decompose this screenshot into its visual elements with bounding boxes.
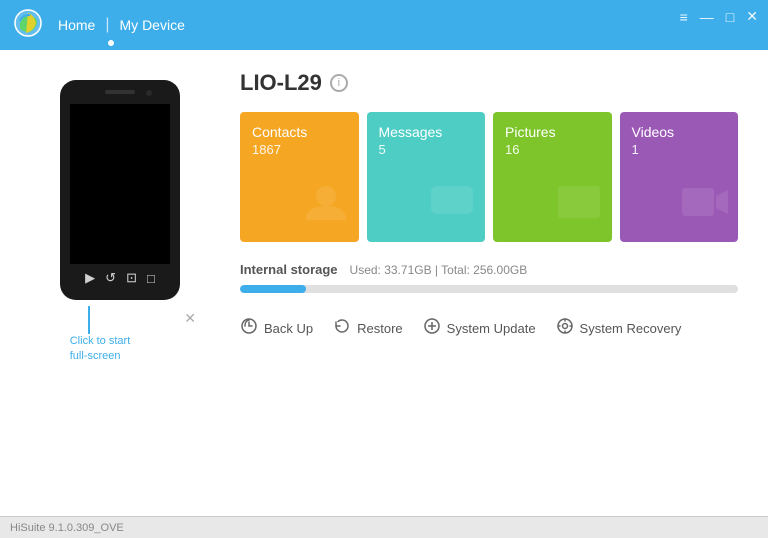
device-info-icon[interactable]: i (330, 74, 348, 92)
version-text: HiSuite 9.1.0.309_OVE (10, 522, 124, 534)
main-content: ▶ ↺ ⊡ □ Click to startfull-screen ✕ LIO-… (0, 50, 768, 516)
system-update-label: System Update (447, 321, 536, 336)
app-logo (12, 7, 44, 44)
phone-screen (70, 104, 170, 264)
phone-play-button[interactable]: ▶ (85, 270, 95, 286)
nav-active-indicator (108, 40, 114, 46)
system-update-icon (423, 317, 441, 340)
phone-screenshot-button[interactable]: ⊡ (126, 270, 137, 286)
phone-controls: ▶ ↺ ⊡ □ (85, 270, 155, 286)
action-buttons: Back Up Restore (240, 313, 738, 344)
card-videos-icon (680, 180, 730, 234)
close-notification-button[interactable]: ✕ (184, 310, 196, 326)
storage-label: Internal storage (240, 262, 338, 277)
card-pictures[interactable]: Pictures 16 (493, 112, 612, 242)
storage-info: Used: 33.71GB | Total: 256.00GB (350, 263, 528, 277)
device-name: LIO-L29 (240, 70, 322, 96)
tooltip-line (88, 306, 90, 334)
card-pictures-label: Pictures (505, 124, 600, 140)
title-bar: Home | My Device ≡ — □ ✕ (0, 0, 768, 50)
data-cards-grid: Contacts 1867 Messages 5 (240, 112, 738, 242)
phone-mockup: ▶ ↺ ⊡ □ (60, 80, 180, 300)
window-controls: ≡ — □ ✕ (680, 8, 758, 25)
main-nav: Home | My Device (52, 13, 191, 37)
device-section: LIO-L29 i Contacts 1867 Messages 5 (210, 70, 738, 496)
card-contacts-count: 1867 (252, 142, 347, 157)
card-contacts[interactable]: Contacts 1867 (240, 112, 359, 242)
card-messages-label: Messages (379, 124, 474, 140)
system-recovery-button[interactable]: System Recovery (556, 313, 682, 344)
phone-fullscreen-button[interactable]: □ (147, 271, 155, 286)
system-recovery-label: System Recovery (580, 321, 682, 336)
tooltip-area: Click to startfull-screen (70, 306, 131, 365)
phone-section: ▶ ↺ ⊡ □ Click to startfull-screen ✕ (30, 70, 210, 496)
card-videos-label: Videos (632, 124, 727, 140)
card-videos-count: 1 (632, 142, 727, 157)
card-pictures-icon (554, 180, 604, 234)
backup-icon (240, 317, 258, 340)
card-contacts-label: Contacts (252, 124, 347, 140)
card-pictures-count: 16 (505, 142, 600, 157)
restore-icon (333, 317, 351, 340)
phone-rotate-button[interactable]: ↺ (105, 270, 116, 286)
nav-separator: | (105, 16, 109, 34)
nav-mydevice[interactable]: My Device (114, 13, 191, 37)
storage-section: Internal storage Used: 33.71GB | Total: … (240, 262, 738, 293)
close-button[interactable]: ✕ (746, 8, 758, 25)
phone-speaker (105, 90, 135, 94)
menu-icon[interactable]: ≡ (680, 9, 688, 25)
card-messages-count: 5 (379, 142, 474, 157)
system-update-button[interactable]: System Update (423, 313, 536, 344)
storage-header: Internal storage Used: 33.71GB | Total: … (240, 262, 738, 277)
backup-label: Back Up (264, 321, 313, 336)
card-messages[interactable]: Messages 5 (367, 112, 486, 242)
phone-camera (146, 90, 152, 96)
nav-home[interactable]: Home (52, 13, 101, 37)
system-recovery-icon (556, 317, 574, 340)
tooltip-text: Click to startfull-screen (70, 334, 131, 365)
restore-button[interactable]: Restore (333, 313, 403, 344)
maximize-button[interactable]: □ (726, 9, 734, 25)
restore-label: Restore (357, 321, 403, 336)
card-videos[interactable]: Videos 1 (620, 112, 739, 242)
device-title-row: LIO-L29 i (240, 70, 738, 96)
backup-button[interactable]: Back Up (240, 313, 313, 344)
close-notification-area: ✕ (184, 310, 196, 328)
info-icon-label: i (338, 77, 340, 89)
storage-bar-fill (240, 285, 306, 293)
status-bar: HiSuite 9.1.0.309_OVE (0, 516, 768, 538)
minimize-button[interactable]: — (700, 9, 714, 25)
storage-bar-container (240, 285, 738, 293)
card-contacts-icon (301, 180, 351, 234)
card-messages-icon (427, 180, 477, 234)
